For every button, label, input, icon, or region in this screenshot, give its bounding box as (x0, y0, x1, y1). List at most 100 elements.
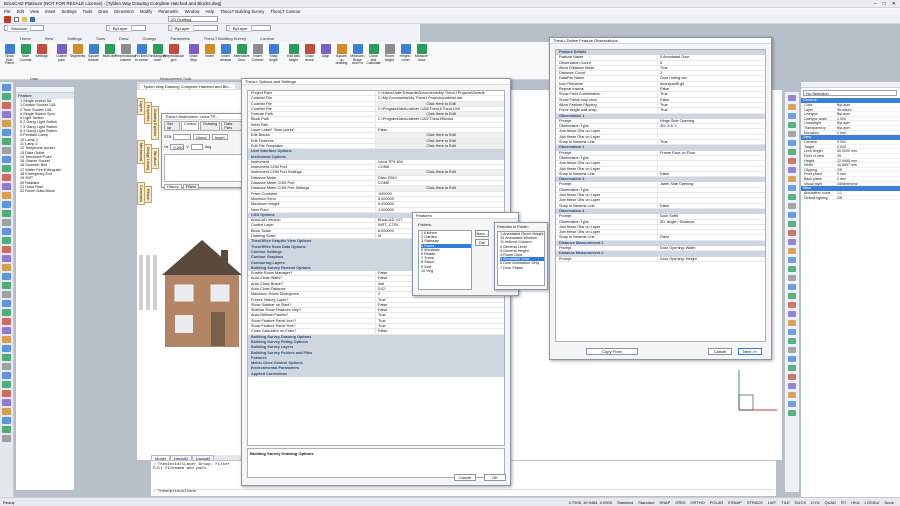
ribbon-button[interactable]: Height / Level (398, 44, 413, 72)
grid-row-value[interactable] (658, 198, 765, 202)
grid-row-value[interactable]: Frame Face on Floor (658, 151, 765, 155)
tool-icon[interactable] (788, 356, 796, 362)
ribbon-button[interactable]: Draw fence (302, 44, 317, 72)
tool-icon[interactable] (2, 282, 11, 289)
color-combo[interactable]: ByLayer (106, 24, 146, 32)
grid-row-value[interactable]: True (658, 140, 765, 144)
feature-list-item[interactable]: 7 Door Frame (500, 266, 544, 270)
property-value[interactable]: 0 mm (837, 172, 900, 176)
tool-icon[interactable] (2, 336, 11, 343)
feature-list-item[interactable]: 6 Door Annotation Only (500, 261, 544, 265)
property-value[interactable]: ByLayer (837, 112, 900, 116)
tool-icon[interactable] (2, 246, 11, 253)
tool-icon[interactable] (2, 417, 11, 424)
property-value[interactable]: 0.000 (837, 145, 900, 149)
tool-icon[interactable] (2, 435, 11, 442)
ribbon-button[interactable]: Show Side Panel (2, 44, 17, 72)
tool-icon[interactable] (2, 102, 11, 109)
grid-row-value[interactable]: C:\Users\Julie Edwards\Documents\My Theo… (376, 91, 504, 95)
grid-row-value[interactable]: Disto D510 (376, 176, 504, 180)
grid-row-value[interactable]: COM6 (376, 165, 504, 169)
ribbon-button[interactable]: Perpendicular column (115, 44, 136, 72)
grid-row-value[interactable]: True (658, 103, 765, 107)
status-toggle[interactable]: LWT (768, 500, 776, 505)
minimize-icon[interactable]: – (874, 1, 877, 7)
grid-row-value[interactable]: Leica TPS 800 (376, 160, 504, 164)
status-toggle[interactable]: RT (841, 500, 846, 505)
tool-icon[interactable] (2, 183, 11, 190)
menu-item[interactable]: Dimension (114, 9, 134, 14)
tool-icon[interactable] (2, 426, 11, 433)
grid-row-value[interactable]: Hinge Side Opening (658, 119, 765, 123)
ribbon-tab[interactable]: Settings (67, 36, 81, 41)
ribbon-button[interactable]: Align (318, 44, 333, 72)
grid-row-value[interactable]: Door Opening: Width (658, 246, 765, 250)
features-list[interactable]: 1 Annotated Room Height 10 Annotated Wind… (497, 231, 545, 286)
property-value[interactable]: 22.9495 mm (837, 159, 900, 163)
tool-icon[interactable] (2, 273, 11, 280)
tool-icon[interactable] (788, 257, 796, 263)
property-row[interactable]: Default lighting Off (801, 196, 900, 201)
open-icon[interactable] (22, 16, 27, 22)
tool-icon[interactable] (788, 113, 796, 119)
property-value[interactable]: 40.6697 mm (837, 163, 900, 167)
grid-row-value[interactable] (658, 230, 765, 234)
dock-tab[interactable]: Ribbon (144, 186, 152, 204)
status-toggle[interactable]: DUCS (795, 500, 806, 505)
grid-row-value[interactable]: True (376, 324, 504, 328)
stn-field[interactable] (173, 134, 192, 140)
tool-icon[interactable] (2, 201, 11, 208)
hd-field[interactable]: 0.000 (170, 144, 185, 150)
tool-icon[interactable] (788, 149, 796, 155)
menu-item[interactable]: Tools (83, 9, 93, 14)
ribbon-button[interactable]: Square up drawing (334, 44, 349, 72)
grid-row-value[interactable]: False (658, 98, 765, 102)
instrument-bottom-tab[interactable]: Filters (182, 184, 200, 190)
ribbon-button[interactable]: Insert (202, 44, 217, 72)
status-toggle[interactable]: QUAD (824, 500, 836, 505)
ribbon-button[interactable]: Settings (34, 44, 49, 72)
grid-row-value[interactable]: False (658, 204, 765, 208)
tool-icon[interactable] (788, 383, 796, 389)
tool-icon[interactable] (788, 392, 796, 398)
tool-icon[interactable] (2, 147, 11, 154)
grid-row-value[interactable]: Door Opening: Height (658, 257, 765, 261)
tool-icon[interactable] (2, 156, 11, 163)
status-toggle[interactable]: POLAR (710, 500, 724, 505)
grid-row-value[interactable]: False (658, 172, 765, 176)
tool-icon[interactable] (2, 363, 11, 370)
tool-icon[interactable] (788, 203, 796, 209)
grid-row-value[interactable] (658, 188, 765, 192)
tool-icon[interactable] (2, 381, 11, 388)
status-toggle[interactable]: STRACK (747, 500, 763, 505)
status-toggle[interactable]: TILE (781, 500, 789, 505)
grid-row-value[interactable]: False (376, 303, 504, 307)
menu-item[interactable]: TheoLT Building Survey (220, 9, 264, 14)
click-to-edit-button[interactable]: Click Here to Edit (376, 170, 504, 175)
copy-from-button[interactable]: Copy From (586, 348, 638, 355)
observations-next-button[interactable]: Next >> (738, 348, 762, 355)
instrument-tab[interactable]: Data Files (221, 121, 243, 131)
tool-icon[interactable] (788, 410, 796, 416)
ribbon-tab[interactable]: Change (142, 36, 156, 41)
new-icon[interactable] (14, 16, 19, 22)
grid-row-value[interactable]: Jamb Side Opening (658, 182, 765, 186)
instrument-tab[interactable]: Control (181, 121, 200, 131)
folders-list[interactable]: 1 Kitchen 2 Garden 3 Stairway 4 Doors 5 Wind… (418, 230, 472, 290)
tool-icon[interactable] (2, 318, 11, 325)
ribbon-button[interactable]: Room height (382, 44, 397, 72)
ribbon-button[interactable]: Outline plan (54, 44, 69, 72)
close-icon[interactable]: ✕ (892, 1, 896, 7)
grid-row-value[interactable]: 6 (658, 61, 765, 65)
tool-icon[interactable] (2, 93, 11, 100)
tool-icon[interactable] (788, 311, 796, 317)
grid-row-value[interactable] (658, 225, 765, 229)
grid-row-value[interactable]: True (658, 66, 765, 70)
tool-icon[interactable] (2, 345, 11, 352)
property-value[interactable]: ByLayer (837, 121, 900, 125)
ribbon-tab[interactable]: Parametric (170, 36, 189, 41)
tool-icon[interactable] (788, 185, 796, 191)
tool-icon[interactable] (2, 291, 11, 298)
grid-row-value[interactable] (658, 129, 765, 133)
property-value[interactable]: 0 mm (837, 131, 900, 135)
